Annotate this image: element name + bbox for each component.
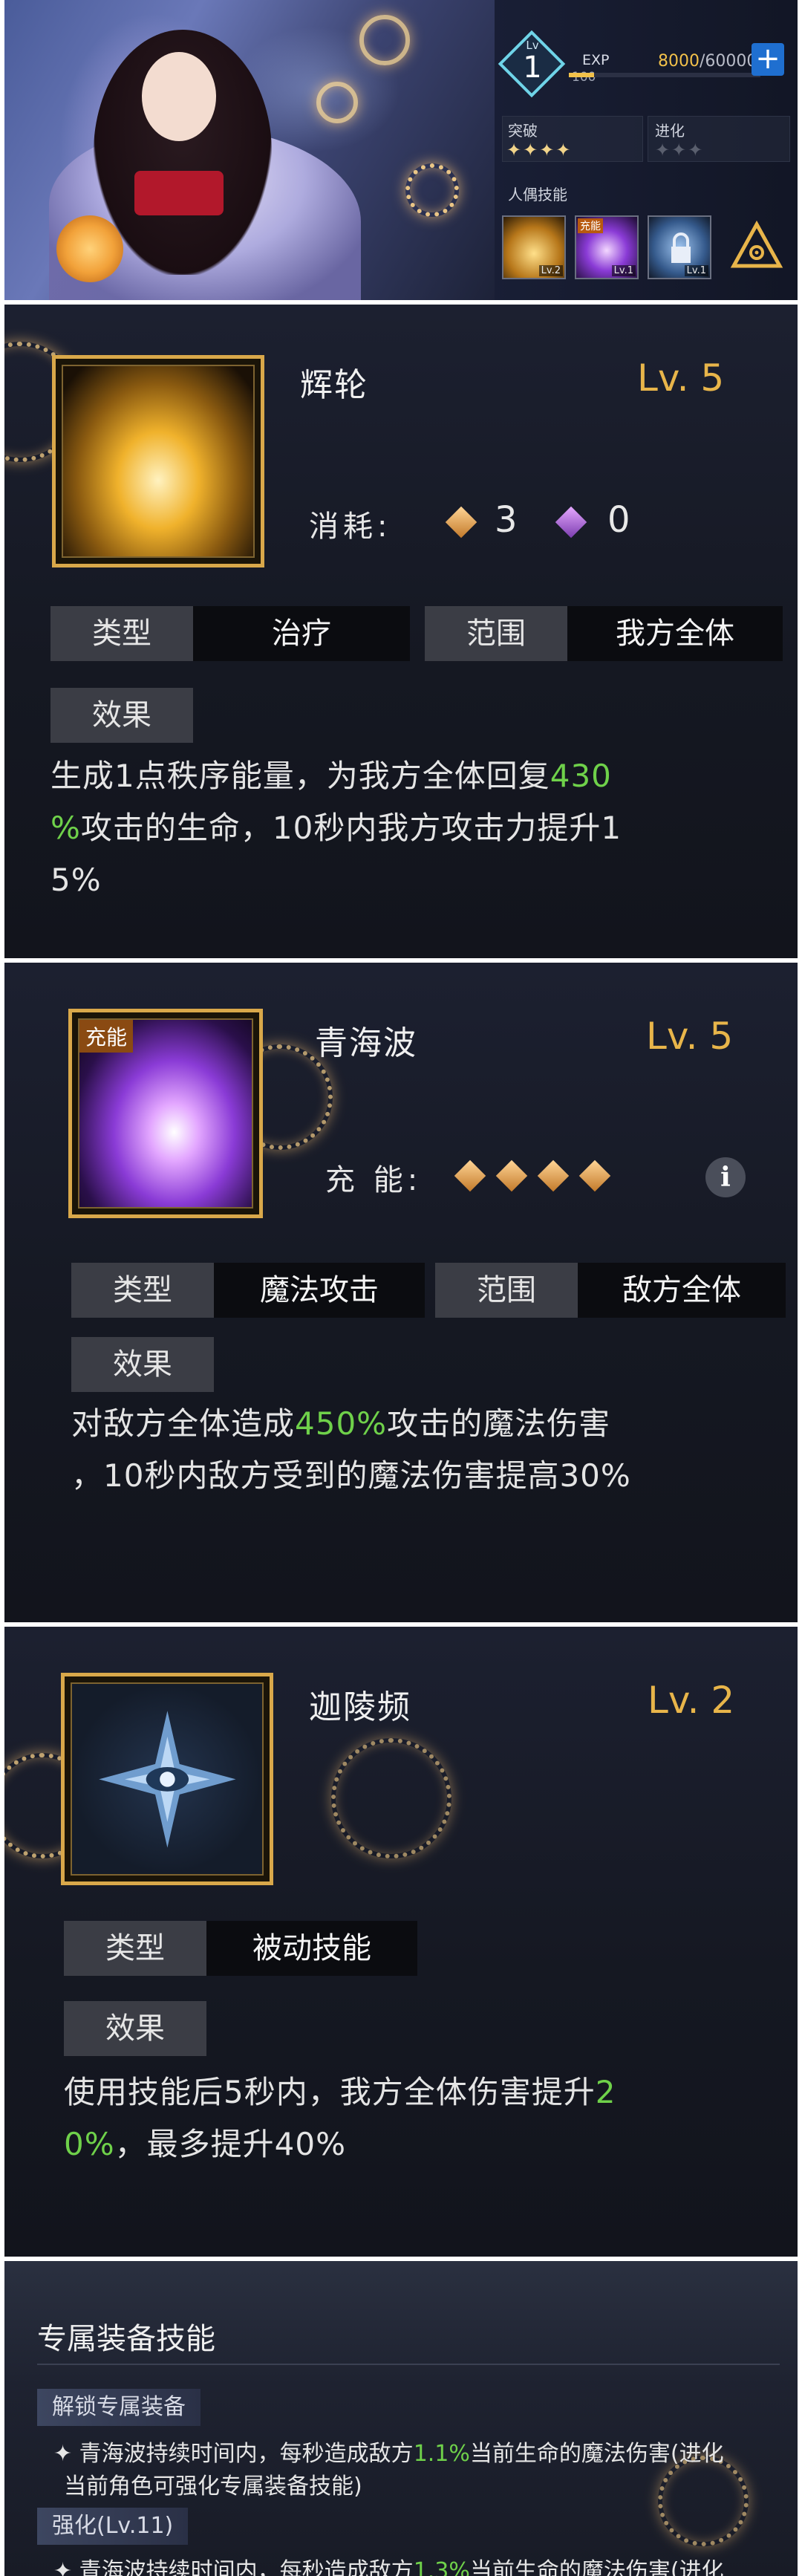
exp-label: EXP	[582, 52, 610, 68]
exp-value: 8000/60000	[658, 52, 757, 71]
type-value: 魔法攻击	[214, 1263, 425, 1318]
skill-icon-frame	[61, 1673, 273, 1885]
skill-description: 对敌方全体造成450%攻击的魔法伤害 ，10秒内敌方受到的魔法伤害提高30%	[71, 1405, 631, 1494]
charge-diamond-icon	[578, 1159, 611, 1192]
skill-level: Lv. 2	[648, 1679, 735, 1722]
purple-energy-icon	[555, 506, 587, 539]
breakthrough-label: 突破	[508, 122, 538, 140]
skill-description: 生成1点秩序能量，为我方全体回复430 %攻击的生命，10秒内我方攻击力提升1 …	[50, 758, 622, 898]
skill-level: Lv. 5	[637, 357, 725, 400]
equipment-effect-line: ✦ 青海波持续时间内，每秒造成敌方1.1%当前生命的魔法伤害(进化	[53, 2441, 724, 2467]
evolution-stars: ✦✦✦	[655, 140, 705, 160]
skill-icon-frame	[52, 355, 264, 567]
unlock-equipment-badge: 解锁专属装备	[37, 2389, 200, 2426]
doll-skills-label: 人偶技能	[508, 186, 567, 204]
type-label: 类型	[64, 1921, 206, 1976]
level-value: 1	[523, 51, 542, 85]
level-badge: Lv 1	[498, 30, 566, 98]
exp-sub-value: 100	[572, 70, 596, 85]
character-portrait	[4, 0, 495, 300]
orange-cost-value: 3	[495, 499, 518, 541]
skill-name: 迦陵频	[309, 1688, 411, 1726]
effect-label: 效果	[64, 2001, 206, 2056]
charge-tag: 充能	[79, 1020, 134, 1053]
skill-icon-locked-eye[interactable]: Lv.1	[648, 215, 711, 279]
charge-diamond-icon	[454, 1159, 486, 1192]
range-value: 我方全体	[567, 606, 783, 661]
skill-icon-frame: 充能	[68, 1009, 263, 1218]
purple-cost-value: 0	[607, 499, 630, 541]
exp-progress-bar	[569, 73, 760, 77]
skill-name: 青海波	[315, 1024, 417, 1062]
charge-diamond-icon	[537, 1159, 570, 1192]
orange-energy-icon	[445, 506, 477, 539]
blue-eye-star-icon	[71, 1682, 264, 1876]
range-label: 范围	[435, 1263, 578, 1318]
add-exp-button[interactable]: +	[752, 43, 784, 76]
info-icon[interactable]: i	[705, 1157, 746, 1197]
gold-triangle-icon[interactable]	[729, 220, 784, 275]
type-label: 类型	[71, 1263, 214, 1318]
range-label: 范围	[425, 606, 567, 661]
type-label: 类型	[50, 606, 193, 661]
breakthrough-stars: ✦✦✦✦	[506, 140, 573, 160]
exclusive-equipment-panel: 专属装备技能 解锁专属装备 ✦ 青海波持续时间内，每秒造成敌方1.1%当前生命的…	[4, 2261, 798, 2576]
divider	[37, 2364, 780, 2365]
skill-card-qinghaibo: 充能 青海波 Lv. 5 充 能: i 类型 魔法攻击 范围 敌方全体 效果 对…	[4, 963, 798, 1622]
skill-level: Lv. 5	[646, 1015, 734, 1058]
skill-card-huilun: 辉轮 Lv. 5 消耗: 3 0 类型 治疗 范围 我方全体 效果 生成1点秩序…	[4, 305, 798, 958]
evolution-label: 进化	[655, 122, 685, 140]
equipment-effect-line: ✦ 青海波持续时间内，每秒造成敌方1.3%当前生命的魔法伤害(进化	[53, 2558, 724, 2576]
type-value: 被动技能	[206, 1921, 417, 1976]
range-value: 敌方全体	[578, 1263, 786, 1318]
golden-swirl-icon	[62, 365, 255, 558]
skill-description: 使用技能后5秒内，我方全体伤害提升2 0%，最多提升40%	[64, 2074, 616, 2162]
skill-icon-purple-wave[interactable]: 充能 Lv.1	[575, 215, 639, 279]
character-header: Lv 1 EXP 100 8000/60000 + 突破 ✦✦✦✦ 进化 ✦✦✦…	[4, 0, 798, 300]
skill-name: 辉轮	[300, 366, 368, 404]
skill-icon-golden-swirl[interactable]: Lv.2	[502, 215, 566, 279]
effect-label: 效果	[50, 688, 193, 743]
skill-card-jialingpin: 迦陵频 Lv. 2 类型 被动技能 效果 使用技能后5秒内，我方全体伤害提升2 …	[4, 1627, 798, 2257]
enhance-badge: 强化(Lv.11)	[37, 2508, 189, 2545]
purple-wave-icon: 充能	[78, 1018, 253, 1209]
type-value: 治疗	[193, 606, 410, 661]
effect-label: 效果	[71, 1337, 214, 1392]
equipment-effect-line: 当前角色可强化专属装备技能)	[64, 2473, 362, 2499]
charge-label: 充 能:	[325, 1163, 423, 1197]
cost-label: 消耗:	[309, 510, 392, 544]
charge-diamond-icon	[495, 1159, 528, 1192]
equipment-title: 专属装备技能	[37, 2322, 215, 2356]
